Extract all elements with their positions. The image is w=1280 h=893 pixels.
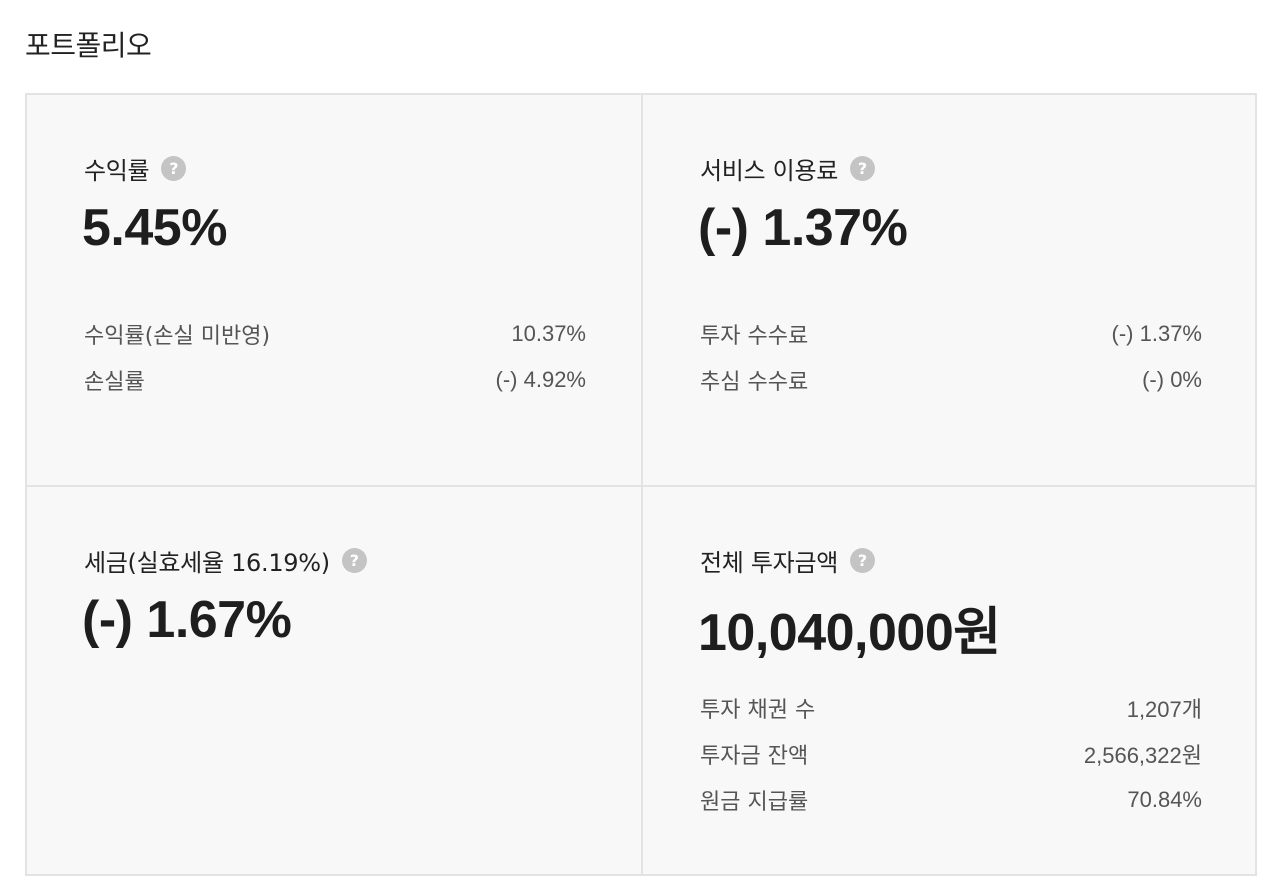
portfolio-grid: 수익률 ? 5.45% 수익률(손실 미반영) 10.37% 손실률 (-) 4… [25, 93, 1257, 876]
return-label: 수익률 [84, 157, 150, 185]
total-investment-label: 전체 투자금액 [700, 549, 839, 577]
help-icon[interactable]: ? [341, 548, 367, 573]
detail-value: 1,207개 [1126, 697, 1202, 722]
help-icon[interactable]: ? [850, 548, 876, 573]
total-investment-detail-list: 투자 채권 수 1,207개 투자금 잔액 2,566,322원 원금 지급률 … [700, 685, 1202, 823]
detail-value: 10.37% [511, 321, 586, 346]
detail-label: 손실률 [84, 370, 145, 395]
detail-value: (-) 1.37% [1111, 321, 1202, 346]
detail-row: 추심 수수료 (-) 0% [700, 357, 1202, 403]
total-investment-card: 전체 투자금액 ? 10,040,000원 투자 채권 수 1,207개 투자금… [643, 487, 1257, 874]
detail-label: 수익률(손실 미반영) [84, 324, 271, 349]
detail-row: 투자금 잔액 2,566,322원 [700, 731, 1202, 777]
detail-row: 투자 채권 수 1,207개 [700, 685, 1202, 731]
return-card: 수익률 ? 5.45% 수익률(손실 미반영) 10.37% 손실률 (-) 4… [27, 95, 643, 487]
page-title: 포트폴리오 [25, 29, 152, 62]
detail-row: 원금 지급률 70.84% [700, 777, 1202, 823]
tax-label: 세금(실효세율 16.19%) [84, 549, 330, 577]
service-fee-card-header: 서비스 이용료 ? [700, 151, 876, 186]
help-icon[interactable]: ? [161, 156, 187, 181]
detail-row: 수익률(손실 미반영) 10.37% [84, 311, 586, 357]
tax-card-header: 세금(실효세율 16.19%) ? [84, 543, 367, 578]
tax-value: (-) 1.67% [82, 591, 292, 649]
service-fee-label: 서비스 이용료 [700, 157, 839, 185]
detail-label: 투자 채권 수 [700, 698, 816, 723]
detail-row: 투자 수수료 (-) 1.37% [700, 311, 1202, 357]
detail-label: 추심 수수료 [700, 370, 809, 395]
tax-card: 세금(실효세율 16.19%) ? (-) 1.67% [27, 487, 643, 874]
detail-label: 투자금 잔액 [700, 744, 809, 769]
detail-value: 70.84% [1127, 787, 1202, 812]
service-fee-value: (-) 1.37% [698, 199, 908, 257]
detail-value: (-) 0% [1142, 367, 1202, 392]
detail-label: 원금 지급률 [700, 790, 809, 815]
detail-row: 손실률 (-) 4.92% [84, 357, 586, 403]
return-card-header: 수익률 ? [84, 151, 187, 186]
detail-value: (-) 4.92% [495, 367, 586, 392]
detail-value: 2,566,322원 [1083, 743, 1202, 768]
return-value: 5.45% [82, 199, 227, 257]
total-investment-card-header: 전체 투자금액 ? [700, 543, 876, 578]
detail-label: 투자 수수료 [700, 324, 809, 349]
return-detail-list: 수익률(손실 미반영) 10.37% 손실률 (-) 4.92% [84, 311, 586, 403]
total-investment-value: 10,040,000원 [698, 604, 1001, 662]
service-fee-card: 서비스 이용료 ? (-) 1.37% 투자 수수료 (-) 1.37% 추심 … [643, 95, 1257, 487]
service-fee-detail-list: 투자 수수료 (-) 1.37% 추심 수수료 (-) 0% [700, 311, 1202, 403]
help-icon[interactable]: ? [850, 156, 876, 181]
